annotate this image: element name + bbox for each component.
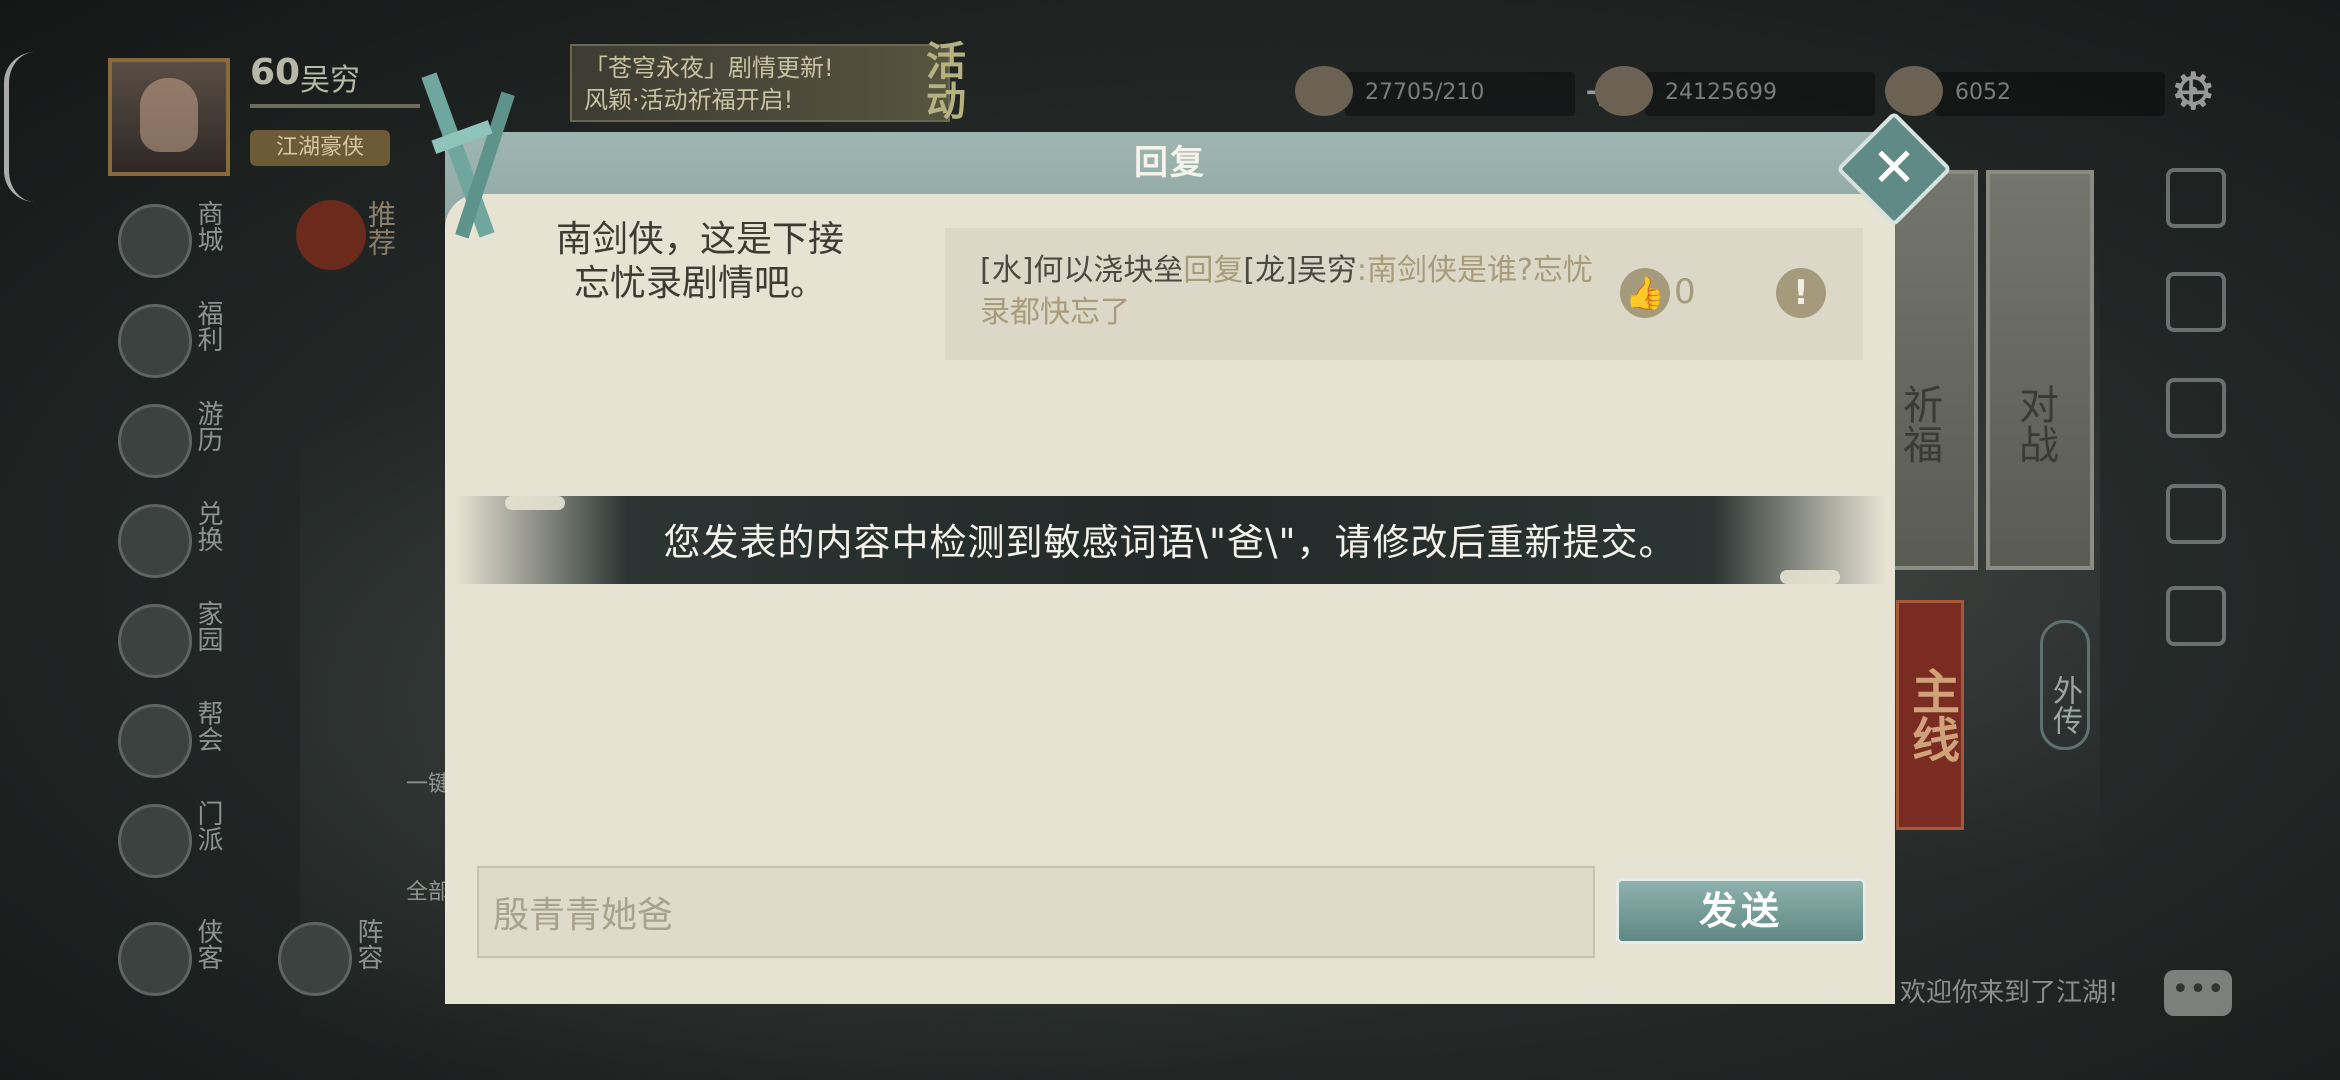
menu-item-guild[interactable]: 帮会 (118, 696, 238, 796)
menu-item-sect[interactable]: 门派 (118, 796, 238, 896)
menu-label: 侠客 (193, 918, 223, 970)
currency-silver: 27705/210 + (1295, 66, 1619, 116)
book-icon[interactable] (2166, 586, 2226, 646)
currency-copper: 24125699 + (1595, 66, 1919, 116)
reply-verb: 回复 (1183, 253, 1244, 288)
player-avatar[interactable] (108, 58, 230, 176)
activity-button[interactable]: 活动 (919, 40, 971, 120)
currency-gold: 6052 + (1885, 66, 2209, 116)
player-title-badge: 江湖豪侠 (250, 130, 390, 166)
like-count: 0 (1674, 272, 1696, 312)
currency-value: 27705/210 (1365, 80, 1485, 105)
home-icon (118, 604, 192, 678)
side-story-button[interactable]: 外传 (2040, 620, 2090, 750)
reply-to-user[interactable]: [龙]吴穷 (1243, 253, 1356, 288)
chat-welcome-text: 欢迎你来到了江湖! (1900, 978, 2119, 1008)
menu-item-welfare[interactable]: 福利 (118, 296, 238, 396)
gear-icon[interactable]: ⚙ (2170, 62, 2217, 122)
menu-label: 兑换 (193, 500, 223, 552)
scroll-icon[interactable] (2166, 378, 2226, 438)
checklist-icon[interactable] (2166, 484, 2226, 544)
menu-label: 门派 (193, 800, 223, 852)
toast-message: 您发表的内容中检测到敏感词语\"爸\"，请修改后重新提交。 (663, 521, 1677, 564)
reply-text: [水]何以浇块垒回复[龙]吴穷:南剑侠是谁?忘忧录都快忘了 (980, 250, 1600, 334)
edge-swipe-indicator (4, 52, 35, 202)
currency-value: 24125699 (1665, 80, 1777, 105)
side-text-onekey: 一键 (406, 772, 451, 797)
send-button[interactable]: 发送 (1616, 878, 1866, 944)
exchange-icon (118, 504, 192, 578)
mainline-button[interactable]: 主线 (1896, 600, 1964, 830)
close-icon[interactable]: ✕ (1853, 128, 1935, 210)
fist-icon[interactable] (2166, 168, 2226, 228)
welfare-icon (118, 304, 192, 378)
banner-line-2: 风颖·活动祈福开启! (584, 86, 794, 114)
exp-bar (250, 104, 420, 108)
menu-label: 帮会 (193, 700, 223, 752)
event-banner[interactable]: 「苍穹永夜」剧情更新! 风颖·活动祈福开启! (570, 44, 950, 122)
formation-icon (278, 922, 352, 996)
chat-bubble-icon[interactable]: ••• (2164, 970, 2232, 1016)
reply-from-user[interactable]: [水]何以浇块垒 (980, 253, 1183, 288)
left-menu: 商城 福利 游历 兑换 家园 帮会 门派 (118, 196, 238, 896)
menu-label: 福利 (193, 300, 223, 352)
recommend-label: 推荐 (364, 200, 397, 256)
menu-item-travel[interactable]: 游历 (118, 396, 238, 496)
original-post: 南剑侠，这是下接 忘忧录剧情吧。 (530, 218, 870, 306)
recommend-icon[interactable] (296, 200, 366, 270)
thumbs-up-icon[interactable]: 👍 (1620, 268, 1670, 318)
scroll-label: 对战 (2012, 384, 2058, 464)
report-icon[interactable]: ! (1776, 268, 1826, 318)
menu-label: 阵容 (353, 918, 383, 970)
copper-coins-icon (1595, 66, 1653, 116)
menu-item-exchange[interactable]: 兑换 (118, 496, 238, 596)
player-name: 吴穷 (300, 63, 360, 98)
reply-input[interactable] (477, 866, 1595, 958)
menu-item-home[interactable]: 家园 (118, 596, 238, 696)
toast-cloud-decoration (1780, 570, 1840, 584)
shop-icon (118, 204, 192, 278)
menu-label: 商城 (193, 200, 223, 252)
menu-label: 游历 (193, 400, 223, 452)
toast-cloud-decoration (505, 496, 565, 510)
original-post-line-1: 南剑侠，这是下接 (555, 219, 844, 260)
hero-icon (118, 922, 192, 996)
menu-item-formation[interactable]: 阵容 (278, 914, 398, 1014)
silver-coins-icon (1295, 66, 1353, 116)
banner-line-1: 「苍穹永夜」剧情更新! (584, 54, 834, 82)
gold-ingot-icon (1885, 66, 1943, 116)
currency-value: 6052 (1955, 80, 2011, 105)
side-text-all: 全部 (406, 880, 451, 905)
menu-item-hero[interactable]: 侠客 (118, 914, 238, 1014)
battle-scroll[interactable]: 对战 (1986, 170, 2094, 570)
sect-icon (118, 804, 192, 878)
horse-icon (118, 404, 192, 478)
guild-icon (118, 704, 192, 778)
scroll-label: 祈福 (1896, 384, 1942, 464)
menu-item-shop[interactable]: 商城 (118, 196, 238, 296)
sword-decoration-icon (421, 72, 515, 239)
dialog-title: 回复 (1134, 143, 1206, 183)
menu-label: 家园 (193, 600, 223, 652)
player-level: 60 (250, 52, 301, 93)
door-icon[interactable] (2166, 272, 2226, 332)
original-post-line-2: 忘忧录剧情吧。 (573, 263, 826, 304)
